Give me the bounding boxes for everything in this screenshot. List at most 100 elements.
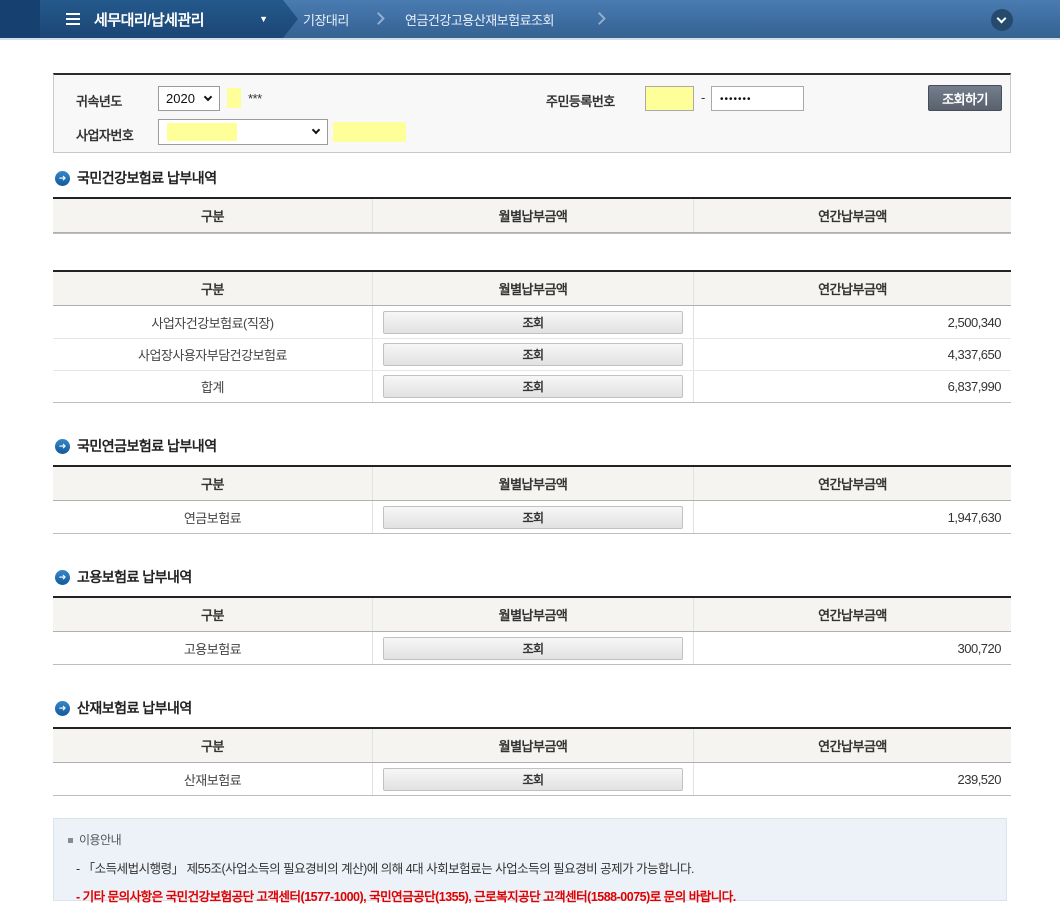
- payment-table: 구분 월별납부금액 연간납부금액사업자건강보험료(직장) 조회 2,500,340 사업장…: [53, 270, 1011, 403]
- monthly-lookup-button[interactable]: 조회: [383, 310, 683, 334]
- arrow-right-circle-icon: ➜: [55, 170, 70, 186]
- annual-amount-value: 300,720: [693, 632, 1011, 664]
- section-title: ➜ 국민연금보험료 납부내역: [55, 437, 1011, 455]
- rrn-back-password-input[interactable]: •••••••: [711, 86, 804, 111]
- annual-amount-value: 1,947,630: [693, 501, 1011, 533]
- empty-payment-table: 구분 월별납부금액 연간납부금액: [53, 197, 1011, 234]
- column-header-annual: 연간납부금액: [693, 199, 1011, 232]
- year-select-value: 2020: [166, 91, 195, 106]
- column-header-annual: 연간납부금액: [693, 729, 1011, 762]
- arrow-right-circle-icon: ➜: [55, 438, 70, 454]
- search-form: 귀속년도 2020 *** 주민등록번호 - ••••••• 조회하기 사업자번…: [53, 73, 1011, 153]
- year-label: 귀속년도: [76, 94, 122, 109]
- chevron-down-icon: [996, 13, 1007, 24]
- row-category-label: 사업장사용자부담건강보험료: [138, 348, 287, 363]
- rrn-label: 주민등록번호: [546, 94, 615, 109]
- table-row: 합계 조회 6,837,990: [53, 370, 1011, 402]
- notice-title-row: 이용안내: [68, 831, 1006, 848]
- monthly-amount-cell: 조회: [372, 763, 693, 795]
- arrow-right-circle-icon: ➜: [55, 569, 70, 585]
- table-header-row: 구분 월별납부금액 연간납부금액: [53, 467, 1011, 501]
- breadcrumb-chevron-icon: [593, 12, 606, 25]
- annual-amount-value: 239,520: [693, 763, 1011, 795]
- breadcrumb-level-2[interactable]: 연금건강고용산재보험료조회: [405, 0, 554, 38]
- insurance-sections: ➜ 국민건강보험료 납부내역 구분 월별납부금액 연간납부금액 구분 월별납부금액 연간납부금…: [53, 153, 1011, 796]
- table-header-row: 구분 월별납부금액 연간납부금액: [53, 199, 1011, 233]
- table-header-row: 구분 월별납부금액 연간납부금액: [53, 598, 1011, 632]
- table-row: 연금보험료 조회 1,947,630: [53, 501, 1011, 533]
- table-row: 사업자건강보험료(직장) 조회 2,500,340: [53, 306, 1011, 338]
- navbar-collapse-button[interactable]: [991, 9, 1013, 31]
- column-header-gubun: 구분: [201, 209, 224, 224]
- monthly-lookup-button[interactable]: 조회: [383, 636, 683, 660]
- year-select[interactable]: 2020: [158, 86, 220, 111]
- payment-table: 구분 월별납부금액 연간납부금액연금보험료 조회 1,947,630: [53, 465, 1011, 534]
- menu-caret-down-icon[interactable]: ▼: [259, 14, 268, 24]
- monthly-amount-cell: 조회: [372, 501, 693, 533]
- row-category-label: 합계: [201, 380, 224, 395]
- column-header-monthly: 월별납부금액: [372, 272, 693, 305]
- breadcrumb-level-1[interactable]: 기장대리: [303, 0, 349, 38]
- masked-business-name-highlight: [333, 122, 406, 142]
- section-title-text: 국민건강보험료 납부내역: [77, 170, 217, 186]
- column-header-annual: 연간납부금액: [693, 598, 1011, 631]
- top-navbar: 세무대리/납세관리 ▼ 기장대리 연금건강고용산재보험료조회: [0, 0, 1060, 40]
- column-header-gubun: 구분: [201, 739, 224, 754]
- column-header-monthly: 월별납부금액: [372, 729, 693, 762]
- arrow-right-circle-icon: ➜: [55, 700, 70, 716]
- column-header-annual: 연간납부금액: [693, 272, 1011, 305]
- business-number-label: 사업자번호: [76, 128, 134, 143]
- column-header-gubun: 구분: [201, 282, 224, 297]
- section-title: ➜ 산재보험료 납부내역: [55, 699, 1011, 717]
- notice-title: 이용안내: [79, 833, 122, 847]
- row-category-label: 고용보험료: [183, 641, 242, 657]
- breadcrumb-chevron-icon: [372, 12, 385, 25]
- monthly-amount-cell: 조회: [372, 632, 693, 664]
- table-row: 고용보험료 조회 300,720: [53, 632, 1011, 664]
- main-menu-label: 세무대리/납세관리: [94, 11, 205, 29]
- column-header-annual: 연간납부금액: [693, 467, 1011, 500]
- select-caret-icon: [311, 125, 321, 135]
- annual-amount-value: 6,837,990: [693, 371, 1011, 402]
- column-header-gubun: 구분: [201, 608, 224, 623]
- square-bullet-icon: [68, 838, 73, 843]
- section-title: ➜ 고용보험료 납부내역: [55, 568, 1011, 586]
- monthly-lookup-button[interactable]: 조회: [383, 375, 683, 398]
- rrn-front-input[interactable]: [645, 86, 694, 111]
- usage-notice-box: 이용안내 - 「소득세법시행령」 제55조(사업소득의 필요경비의 계산)에 의…: [53, 818, 1007, 904]
- table-row: 사업장사용자부담건강보험료 조회 4,337,650: [53, 338, 1011, 370]
- notice-line-law: - 「소득세법시행령」 제55조(사업소득의 필요경비의 계산)에 의해 4대 …: [76, 862, 695, 876]
- table-header-row: 구분 월별납부금액 연간납부금액: [53, 272, 1011, 306]
- row-category-label: 연금보험료: [183, 510, 242, 526]
- section-title-text: 산재보험료 납부내역: [77, 700, 192, 716]
- monthly-amount-cell: 조회: [372, 371, 693, 402]
- masked-year-highlight: [227, 88, 241, 108]
- monthly-lookup-button[interactable]: 조회: [383, 505, 683, 529]
- rrn-password-dots: •••••••: [720, 94, 752, 105]
- year-masked-text: ***: [248, 91, 262, 106]
- navbar-left-strip: [0, 0, 40, 38]
- table-row: 산재보험료 조회 239,520: [53, 763, 1011, 795]
- main-menu-tab[interactable]: 세무대리/납세관리 ▼: [40, 0, 298, 38]
- notice-line-contact: - 기타 문의사항은 국민건강보험공단 고객센터(1577-1000), 국민연…: [76, 890, 736, 904]
- hamburger-icon[interactable]: [66, 10, 80, 28]
- payment-table: 구분 월별납부금액 연간납부금액산재보험료 조회 239,520: [53, 727, 1011, 796]
- monthly-amount-cell: 조회: [372, 306, 693, 338]
- row-category-label: 산재보험료: [183, 772, 242, 788]
- table-header-row: 구분 월별납부금액 연간납부금액: [53, 729, 1011, 763]
- monthly-amount-cell: 조회: [372, 339, 693, 370]
- column-header-monthly: 월별납부금액: [372, 199, 693, 232]
- business-number-select[interactable]: [158, 119, 328, 145]
- annual-amount-value: 2,500,340: [693, 306, 1011, 338]
- column-header-gubun: 구분: [201, 477, 224, 492]
- row-category-label: 사업자건강보험료(직장): [151, 315, 274, 331]
- search-button[interactable]: 조회하기: [928, 85, 1002, 111]
- section-title-text: 고용보험료 납부내역: [77, 569, 192, 585]
- payment-table: 구분 월별납부금액 연간납부금액고용보험료 조회 300,720: [53, 596, 1011, 665]
- rrn-dash: -: [701, 90, 705, 105]
- monthly-lookup-button[interactable]: 조회: [383, 343, 683, 366]
- masked-business-select-highlight: [167, 123, 237, 141]
- monthly-lookup-button[interactable]: 조회: [383, 767, 683, 791]
- section-title-text: 국민연금보험료 납부내역: [77, 438, 217, 454]
- column-header-monthly: 월별납부금액: [372, 467, 693, 500]
